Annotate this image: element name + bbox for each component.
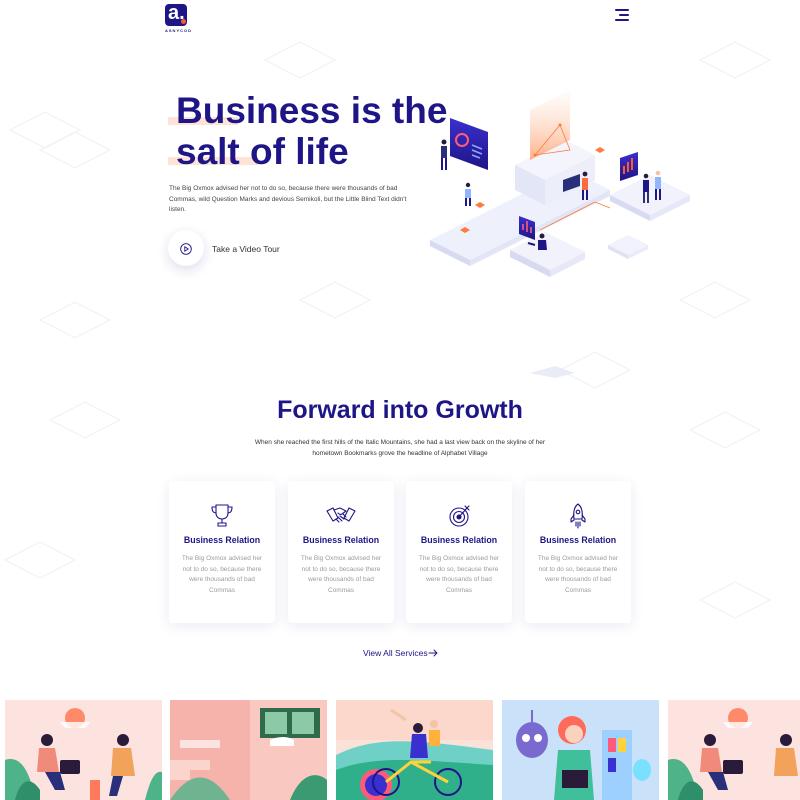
portfolio-strip: [0, 700, 800, 800]
card-title: Business Relation: [183, 535, 261, 545]
logo-dot: [181, 19, 186, 24]
section-subtitle: When she reached the first hills of the …: [254, 439, 546, 457]
portfolio-item[interactable]: [5, 700, 162, 800]
card-title: Business Relation: [302, 535, 380, 545]
portfolio-item[interactable]: [502, 700, 659, 800]
service-card[interactable]: Business Relation The Big Oxmox advised …: [525, 481, 631, 623]
trophy-icon: [211, 504, 233, 527]
hamburger-menu-icon[interactable]: [613, 8, 629, 22]
hero-description: The Big Oxmox advised her not to do so, …: [169, 185, 407, 213]
card-text: The Big Oxmox advised her not to do so, …: [418, 555, 500, 594]
card-text: The Big Oxmox advised her not to do so, …: [537, 555, 619, 594]
service-card[interactable]: Business Relation The Big Oxmox advised …: [288, 481, 394, 623]
service-card[interactable]: Business Relation The Big Oxmox advised …: [169, 481, 275, 623]
card-title: Business Relation: [539, 535, 617, 545]
header: a. ASNYCOD: [0, 0, 800, 40]
target-icon: [449, 505, 470, 527]
service-card[interactable]: Business Relation The Big Oxmox advised …: [406, 481, 512, 623]
couple-outdoors-illustration: [668, 708, 798, 800]
play-icon: [180, 243, 192, 255]
couple-outdoors-illustration: [5, 708, 162, 800]
section-title: Forward into Growth: [277, 396, 523, 424]
logo[interactable]: a. ASNYCOD: [165, 2, 195, 34]
card-text: The Big Oxmox advised her not to do so, …: [300, 555, 382, 594]
isometric-business-illustration: [430, 90, 690, 277]
portfolio-item[interactable]: [336, 700, 493, 800]
rocket-icon: [570, 503, 586, 529]
cycling-couple-illustration: [336, 700, 493, 800]
service-cards: Business Relation The Big Oxmox advised …: [169, 481, 631, 623]
play-button[interactable]: [168, 230, 204, 266]
arrow-right-icon[interactable]: [428, 648, 438, 658]
portfolio-item[interactable]: [170, 700, 327, 800]
handshake-icon: [326, 507, 356, 523]
view-all-services-link[interactable]: View All Services: [363, 648, 428, 658]
video-tour-label: Take a Video Tour: [212, 244, 280, 254]
card-title: Business Relation: [420, 535, 498, 545]
portfolio-item[interactable]: [668, 700, 800, 800]
pink-room-cat-illustration: [170, 700, 327, 800]
logo-name: ASNYCOD: [165, 28, 193, 33]
video-tour-button[interactable]: Take a Video Tour: [168, 228, 318, 270]
woman-with-robots-illustration: [502, 700, 659, 800]
card-text: The Big Oxmox advised her not to do so, …: [181, 555, 263, 594]
